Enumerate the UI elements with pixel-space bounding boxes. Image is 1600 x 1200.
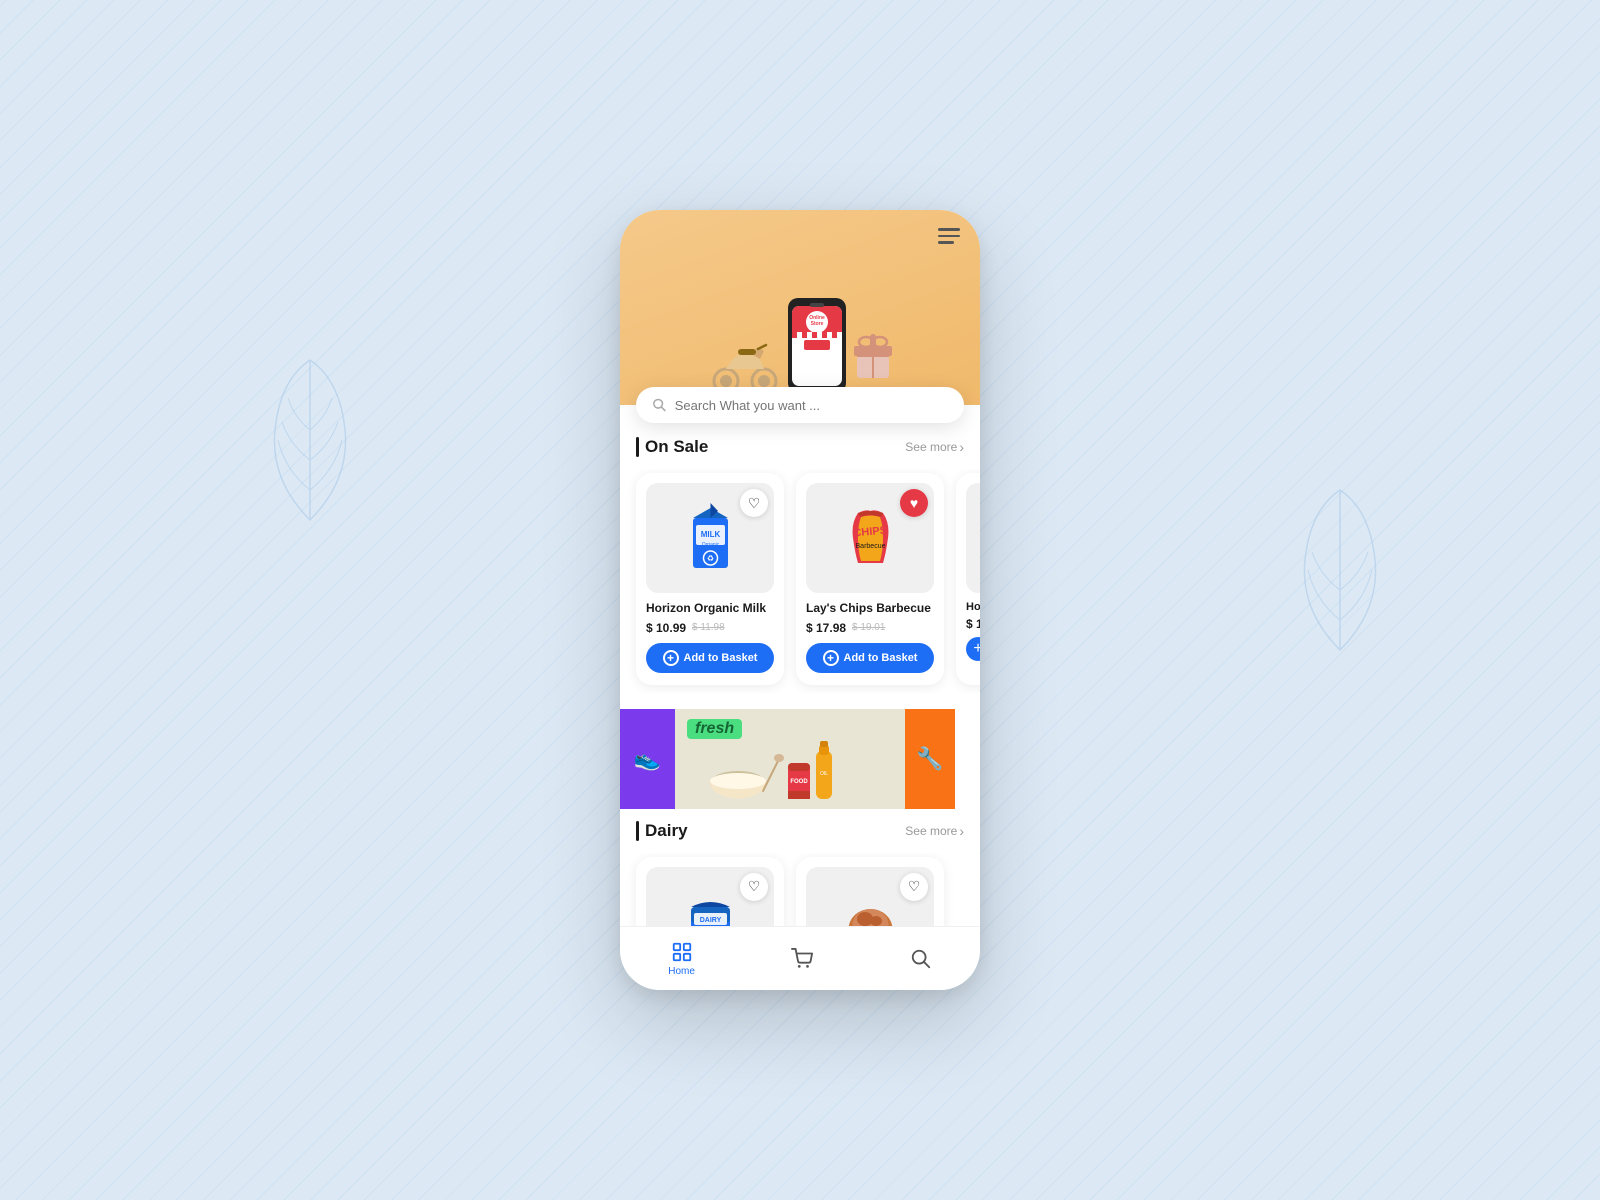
- dairy-title: Dairy: [636, 821, 688, 841]
- fresh-products-image: FOOD OIL: [683, 731, 863, 801]
- svg-text:MILK: MILK: [700, 530, 720, 539]
- dairy-products-row[interactable]: DAIRY ♡: [620, 853, 980, 926]
- milk-add-to-basket-button[interactable]: + Add to Basket: [646, 643, 774, 673]
- dairy1-wishlist-button[interactable]: ♡: [740, 873, 768, 901]
- nav-cart[interactable]: [791, 948, 813, 970]
- dairy1-product-image: DAIRY: [683, 889, 738, 926]
- svg-text:♻: ♻: [706, 554, 713, 563]
- nav-search[interactable]: [910, 948, 932, 970]
- heart-icon-3: ♡: [748, 878, 761, 895]
- leaf-left-decoration: [250, 350, 370, 530]
- on-sale-section: On Sale See more ›: [620, 437, 980, 693]
- dairy-section: Dairy See more › DAIRY: [620, 821, 980, 926]
- milk-prices: $ 10.99 $ 11.98: [646, 621, 774, 635]
- product-card-partial: Ho... $ 10 +: [956, 473, 980, 685]
- phone-shell: Online Store: [620, 210, 980, 990]
- leaf-right-decoration: [1280, 480, 1400, 660]
- svg-text:Organic: Organic: [701, 542, 719, 548]
- banner-orange[interactable]: 🔧: [905, 709, 955, 809]
- milk-old-price: $ 11.98: [692, 622, 725, 633]
- heart-icon: ♡: [748, 495, 761, 512]
- on-sale-header: On Sale See more ›: [620, 437, 980, 457]
- search-nav-icon: [910, 948, 932, 970]
- product-card-milk: MILK Organic ♻ ♡ Horizon Organic Milk $ …: [636, 473, 784, 685]
- chips-image-area: CHIPS Barbecue ♥: [806, 483, 934, 593]
- chips-product-name: Lay's Chips Barbecue: [806, 601, 934, 617]
- scroll-content[interactable]: On Sale See more ›: [620, 423, 980, 926]
- dairy2-product-image: [843, 889, 898, 926]
- partial-add-button[interactable]: +: [966, 637, 980, 661]
- on-sale-title: On Sale: [636, 437, 708, 457]
- heart-icon-4: ♡: [908, 878, 921, 895]
- dairy2-wishlist-button[interactable]: ♡: [900, 873, 928, 901]
- plus-icon-2: +: [823, 650, 839, 666]
- heart-filled-icon: ♥: [910, 495, 918, 511]
- nav-home[interactable]: Home: [668, 941, 695, 977]
- search-icon: [652, 397, 667, 413]
- cart-icon: [791, 948, 813, 970]
- hero-banner: Online Store: [620, 210, 980, 405]
- scooter-icon: [708, 331, 780, 393]
- search-input[interactable]: [675, 398, 948, 413]
- dairy1-image-area: DAIRY ♡: [646, 867, 774, 926]
- dairy-header: Dairy See more ›: [620, 821, 980, 841]
- gift-box-icon: [854, 334, 892, 380]
- banner-purple[interactable]: 👟: [620, 709, 675, 809]
- banner-strip: 👟 fresh FOOD: [620, 709, 980, 809]
- banner-fresh[interactable]: fresh FOOD: [675, 709, 905, 809]
- chips-add-to-basket-button[interactable]: + Add to Basket: [806, 643, 934, 673]
- svg-text:Barbecue: Barbecue: [855, 543, 885, 550]
- home-icon: [671, 941, 693, 963]
- product-card-dairy-2: ♡: [796, 857, 944, 926]
- search-bar[interactable]: [636, 387, 964, 423]
- on-sale-products-row[interactable]: MILK Organic ♻ ♡ Horizon Organic Milk $ …: [620, 469, 980, 693]
- chips-prices: $ 17.98 $ 19.01: [806, 621, 934, 635]
- milk-product-image: MILK Organic ♻: [683, 503, 738, 573]
- on-sale-see-more[interactable]: See more ›: [905, 439, 964, 455]
- chips-old-price: $ 19.01: [852, 622, 885, 633]
- plus-icon: +: [663, 650, 679, 666]
- milk-image-area: MILK Organic ♻ ♡: [646, 483, 774, 593]
- home-nav-label: Home: [668, 966, 695, 977]
- chips-product-image: CHIPS Barbecue: [843, 503, 898, 573]
- chips-current-price: $ 17.98: [806, 621, 846, 635]
- partial-product-image: [975, 511, 980, 566]
- svg-text:FOOD: FOOD: [790, 779, 808, 785]
- chips-add-label: Add to Basket: [844, 652, 918, 664]
- menu-button[interactable]: [938, 228, 960, 244]
- milk-product-name: Horizon Organic Milk: [646, 601, 774, 617]
- product-card-dairy-1: DAIRY ♡: [636, 857, 784, 926]
- dairy-see-more[interactable]: See more ›: [905, 823, 964, 839]
- bottom-nav: Home: [620, 926, 980, 990]
- milk-add-label: Add to Basket: [684, 652, 758, 664]
- product-card-chips: CHIPS Barbecue ♥ Lay's Chips Barbecue $ …: [796, 473, 944, 685]
- svg-text:DAIRY: DAIRY: [699, 917, 721, 924]
- chips-wishlist-button[interactable]: ♥: [900, 489, 928, 517]
- milk-wishlist-button[interactable]: ♡: [740, 489, 768, 517]
- svg-text:OIL: OIL: [820, 771, 828, 777]
- milk-current-price: $ 10.99: [646, 621, 686, 635]
- chevron-right-icon: ›: [959, 439, 964, 455]
- chevron-right-icon-2: ›: [959, 823, 964, 839]
- dairy2-image-area: ♡: [806, 867, 934, 926]
